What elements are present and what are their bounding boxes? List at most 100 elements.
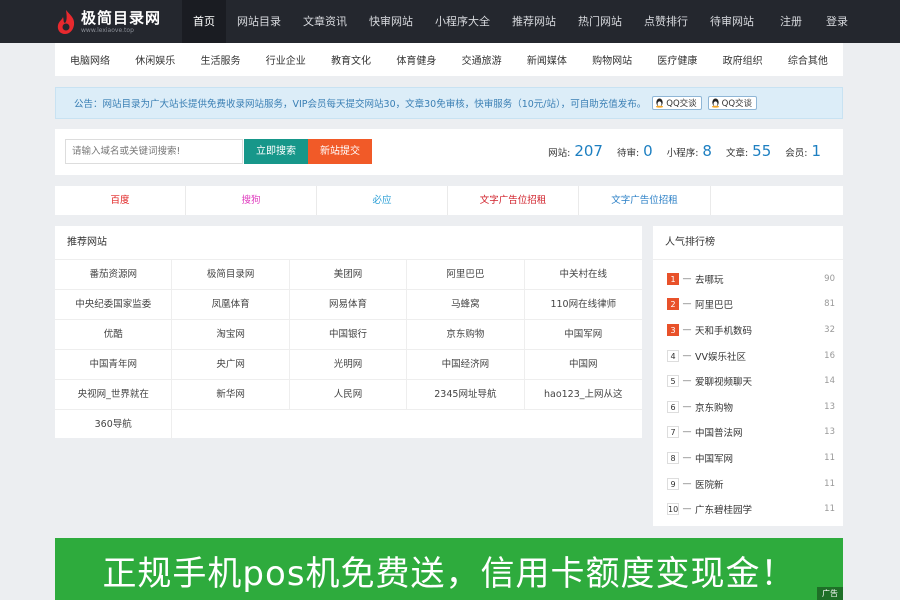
- site-link[interactable]: 央视网_世界就在: [55, 380, 173, 410]
- category-link-3[interactable]: 生活服务: [201, 52, 241, 67]
- site-link[interactable]: 中关村在线: [525, 260, 642, 290]
- category-bar: 电脑网络 休闲娱乐 生活服务 行业企业 教育文化 体育健身 交通旅游 新闻媒体 购物网站 医疗健康…: [55, 43, 843, 76]
- stat-4: 文章: 55: [726, 142, 771, 160]
- ranking-item[interactable]: 4— VV娱乐社区 16: [653, 343, 843, 369]
- search-button[interactable]: 立即搜索: [244, 139, 308, 164]
- rank-separator: —: [682, 350, 692, 361]
- site-link[interactable]: 极简目录网: [172, 260, 290, 290]
- site-link[interactable]: 京东购物: [407, 320, 525, 350]
- ranking-item[interactable]: 6— 京东购物 13: [653, 394, 843, 420]
- site-link[interactable]: 凤凰体育: [172, 290, 290, 320]
- site-logo[interactable]: 极简目录网 www.lexiaove.top: [55, 6, 185, 38]
- text-ad-6[interactable]: [711, 186, 843, 215]
- site-link[interactable]: 中国网: [525, 350, 642, 380]
- site-link[interactable]: 中国经济网: [407, 350, 525, 380]
- category-link-1[interactable]: 电脑网络: [70, 52, 110, 67]
- category-link-8[interactable]: 新闻媒体: [527, 52, 567, 67]
- site-link[interactable]: 2345网址导航: [407, 380, 525, 410]
- site-link[interactable]: 中央纪委国家监委: [55, 290, 173, 320]
- ranking-item[interactable]: 1— 去哪玩 90: [653, 266, 843, 292]
- ranking-item[interactable]: 5— 爱聊视频聊天 14: [653, 368, 843, 394]
- ranking-item[interactable]: 2— 阿里巴巴 81: [653, 292, 843, 318]
- site-link[interactable]: 中国军网: [525, 320, 642, 350]
- site-link[interactable]: 人民网: [290, 380, 408, 410]
- search-input[interactable]: [65, 139, 243, 164]
- nav-item-6[interactable]: 推荐网站: [501, 0, 567, 43]
- site-link[interactable]: 淘宝网: [172, 320, 290, 350]
- site-link[interactable]: 中国银行: [290, 320, 408, 350]
- stat-value: 0: [643, 142, 653, 160]
- qq-penguin-icon: [711, 98, 719, 108]
- notice-bar: 公告：网站目录为广大站长提供免费收录网站服务，VIP会员每天提交网站30，文章3…: [55, 87, 843, 119]
- text-ad-1[interactable]: 百度: [55, 186, 186, 215]
- site-link[interactable]: 110网在线律师: [525, 290, 642, 320]
- submit-site-button[interactable]: 新站提交: [308, 139, 372, 164]
- stat-1: 网站: 207: [548, 142, 603, 160]
- rank-number-badge: 4: [667, 349, 679, 362]
- qq-penguin-icon: [656, 98, 664, 108]
- rank-separator: —: [682, 299, 692, 310]
- nav-item-4[interactable]: 快审网站: [358, 0, 424, 43]
- recommended-sites-panel: 推荐网站 番茄资源网 极简目录网 美团网 阿里巴巴 中关村在线 中央纪委国家监委 凤凰体育网…: [55, 226, 642, 440]
- nav-item-2[interactable]: 网站目录: [226, 0, 292, 43]
- qq-chat-label-1: QQ交谈: [666, 99, 697, 109]
- nav-item-7[interactable]: 热门网站: [567, 0, 633, 43]
- ranking-item[interactable]: 7— 中国普法网 13: [653, 420, 843, 446]
- site-link[interactable]: 360导航: [55, 410, 173, 440]
- text-ad-3[interactable]: 必应: [317, 186, 448, 215]
- site-link[interactable]: 央广网: [172, 350, 290, 380]
- ranking-item[interactable]: 3— 天和手机数码 32: [653, 317, 843, 343]
- qq-chat-button-1[interactable]: QQ交谈: [652, 96, 702, 110]
- rank-number-badge: 6: [667, 400, 679, 413]
- nav-item-5[interactable]: 小程序大全: [424, 0, 501, 43]
- site-link[interactable]: 美团网: [290, 260, 408, 290]
- nav-item-1[interactable]: 首页: [182, 0, 226, 43]
- category-link-6[interactable]: 体育健身: [396, 52, 436, 67]
- site-link[interactable]: 光明网: [290, 350, 408, 380]
- rank-count: 14: [824, 376, 835, 387]
- site-cell-empty: [525, 410, 642, 440]
- text-ad-2[interactable]: 搜狗: [186, 186, 317, 215]
- ranking-item[interactable]: 9— 医院新 11: [653, 471, 843, 497]
- category-link-4[interactable]: 行业企业: [266, 52, 306, 67]
- category-link-12[interactable]: 综合其他: [788, 52, 828, 67]
- site-link[interactable]: 番茄资源网: [55, 260, 173, 290]
- ranking-item[interactable]: 10— 广东碧桂园学 11: [653, 496, 843, 522]
- text-ad-4[interactable]: 文字广告位招租: [448, 186, 579, 215]
- site-link[interactable]: 阿里巴巴: [407, 260, 525, 290]
- site-link[interactable]: 优酷: [55, 320, 173, 350]
- qq-chat-button-2[interactable]: QQ交谈: [707, 96, 758, 110]
- banner-ad-text: 正规手机pos机免费送，信用卡额度变现金！: [102, 554, 796, 594]
- main-nav: 首页 网站目录 文章资讯 快审网站 小程序大全 推荐网站 热门网站 点赞排行 待审网站: [182, 0, 765, 43]
- rank-site-name: 去哪玩: [695, 274, 724, 286]
- text-ad-5[interactable]: 文字广告位招租: [579, 186, 711, 215]
- register-link[interactable]: 注册: [768, 0, 814, 43]
- nav-item-3[interactable]: 文章资讯: [292, 0, 358, 43]
- stat-value: 1: [811, 142, 821, 160]
- site-row: 中央纪委国家监委 凤凰体育 网易体育 马蜂窝 110网在线律师: [55, 290, 642, 320]
- category-link-2[interactable]: 休闲娱乐: [135, 52, 175, 67]
- site-link[interactable]: 新华网: [172, 380, 290, 410]
- ranking-item[interactable]: 8— 中国军网 11: [653, 445, 843, 471]
- login-link[interactable]: 登录: [814, 0, 860, 43]
- logo-text: 极简目录网 www.lexiaove.top: [81, 9, 161, 35]
- recommended-sites-grid: 番茄资源网 极简目录网 美团网 阿里巴巴 中关村在线 中央纪委国家监委 凤凰体育 网易体育 马蜂…: [55, 260, 642, 440]
- site-row: 优酷 淘宝网 中国银行 京东购物 中国军网: [55, 320, 642, 350]
- site-link[interactable]: 中国青年网: [55, 350, 173, 380]
- rank-separator: —: [682, 376, 692, 387]
- category-link-7[interactable]: 交通旅游: [462, 52, 502, 67]
- site-link[interactable]: 马蜂窝: [407, 290, 525, 320]
- category-link-9[interactable]: 购物网站: [592, 52, 632, 67]
- site-link[interactable]: 网易体育: [290, 290, 408, 320]
- category-link-10[interactable]: 医疗健康: [657, 52, 697, 67]
- stat-label: 小程序:: [666, 148, 699, 159]
- rank-number-badge: 8: [667, 451, 679, 464]
- nav-item-9[interactable]: 待审网站: [699, 0, 765, 43]
- search-panel: 立即搜索 新站提交 网站:207 待审:0 小程序:8 文章:55 会员:1: [55, 129, 843, 175]
- banner-ad[interactable]: 正规手机pos机免费送，信用卡额度变现金！ 广告: [55, 538, 843, 600]
- nav-item-8[interactable]: 点赞排行: [633, 0, 699, 43]
- category-link-11[interactable]: 政府组织: [723, 52, 763, 67]
- category-link-5[interactable]: 教育文化: [331, 52, 371, 67]
- qq-chat-label-2: QQ交谈: [721, 99, 753, 109]
- site-link[interactable]: hao123_上网从这: [525, 380, 642, 410]
